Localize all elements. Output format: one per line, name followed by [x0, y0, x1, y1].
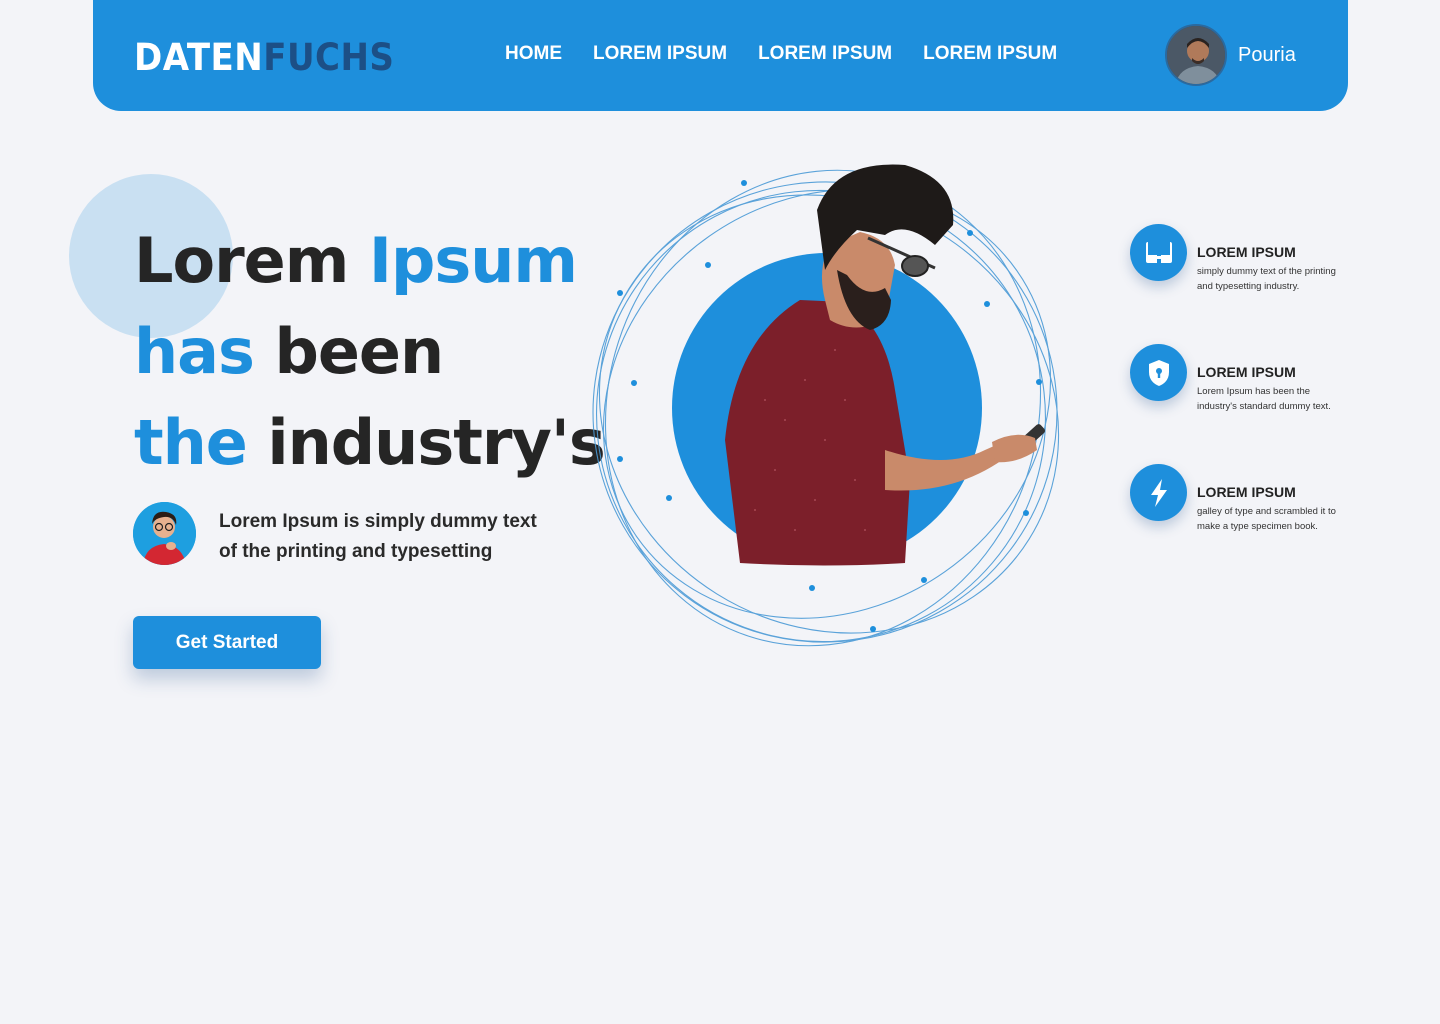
main-nav: HOME LOREM IPSUM LOREM IPSUM LOREM IPSUM — [505, 43, 1088, 65]
nav-item-lorem-3[interactable]: LOREM IPSUM — [923, 43, 1057, 65]
feature-title: LOREM IPSUM — [1197, 484, 1296, 500]
brand-logo[interactable]: DATENFUCHS — [134, 36, 394, 79]
hero-illustration — [585, 150, 1075, 670]
headline-text: Lorem — [134, 224, 369, 297]
headline-highlight: Ipsum — [368, 224, 578, 297]
user-menu[interactable]: Pouria — [1165, 24, 1296, 86]
feature-description: simply dummy text of the printing and ty… — [1197, 266, 1336, 292]
headline-highlight: the — [134, 406, 248, 479]
headline-line-2: has been — [134, 306, 605, 397]
avatar-portrait-icon — [1167, 26, 1225, 84]
headline-text: industry's — [246, 406, 605, 479]
nav-item-lorem-2[interactable]: LOREM IPSUM — [758, 43, 892, 65]
man-with-phone-figure — [725, 164, 1045, 566]
orbit-illustration — [592, 164, 1060, 647]
headline-line-3: the industry's — [134, 397, 606, 488]
headline-text: been — [253, 315, 444, 388]
headline-highlight: has — [134, 315, 255, 388]
brand-part-daten: DATEN — [134, 36, 264, 79]
feature-description: galley of type and scrambled it to make … — [1197, 506, 1336, 532]
feature-title: LOREM IPSUM — [1197, 244, 1296, 260]
hero-headline: Lorem Ipsum has been the industry's — [134, 215, 606, 488]
lightning-icon — [1130, 464, 1187, 521]
user-avatar[interactable] — [1165, 24, 1227, 86]
feature-description: Lorem Ipsum has been the industry's stan… — [1197, 386, 1331, 412]
thinking-person-avatar — [133, 502, 196, 565]
feature-title: LOREM IPSUM — [1197, 364, 1296, 380]
get-started-button[interactable]: Get Started — [133, 616, 321, 669]
nav-item-lorem-1[interactable]: LOREM IPSUM — [593, 43, 727, 65]
thinking-person-icon — [133, 502, 196, 565]
shield-lock-icon — [1130, 344, 1187, 401]
user-name[interactable]: Pouria — [1238, 44, 1296, 67]
top-nav-bar: DATENFUCHS HOME LOREM IPSUM LOREM IPSUM … — [93, 0, 1348, 111]
headline-line-1: Lorem Ipsum — [134, 215, 605, 306]
hero-subtext: Lorem Ipsum is simply dummy text of the … — [219, 511, 537, 562]
nav-item-home[interactable]: HOME — [505, 43, 562, 65]
brand-part-fuchs: FUCHS — [263, 36, 395, 79]
glasses-icon — [1130, 224, 1187, 281]
